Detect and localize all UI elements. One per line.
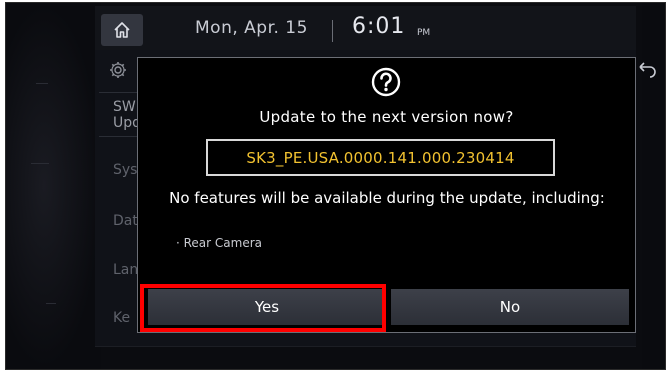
home-icon [114, 22, 130, 38]
home-button[interactable] [101, 14, 143, 46]
sidebar-item-date[interactable]: Dat [113, 213, 138, 229]
gear-icon [110, 62, 126, 78]
yes-highlight-annotation [140, 284, 386, 332]
sidebar-item-keyboard[interactable]: Ke [113, 310, 130, 326]
update-warning: No features will be available during the… [169, 189, 605, 207]
date-display: Mon, Apr. 15 [195, 18, 308, 38]
sidebar-item-language[interactable]: Lan [113, 262, 138, 278]
version-string: SK3_PE.USA.0000.141.000.230414 [246, 148, 515, 167]
dialog-title: Update to the next version now? [259, 108, 514, 126]
feature-list-item: · Rear Camera [176, 236, 263, 250]
ampm-indicator: PM [417, 28, 431, 38]
status-divider [332, 20, 333, 42]
question-icon [371, 67, 401, 97]
time-display: 6:01 [352, 14, 406, 39]
screen-bottom-edge [95, 346, 636, 347]
sidebar-item-system[interactable]: Sys [113, 162, 137, 178]
left-bezel [6, 3, 101, 369]
no-button[interactable]: No [391, 289, 629, 325]
status-bar: Mon, Apr. 15 6:01 PM [95, 6, 636, 50]
back-icon[interactable] [636, 58, 658, 78]
version-box: SK3_PE.USA.0000.141.000.230414 [206, 139, 555, 176]
